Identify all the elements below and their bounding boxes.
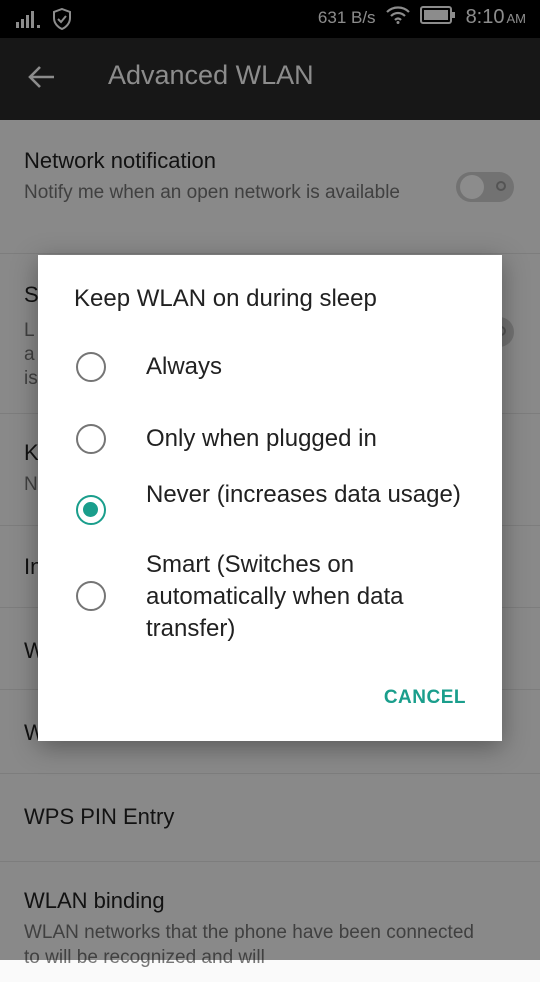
option-smart[interactable]: Smart (Switches on automatically when da… (38, 549, 502, 647)
option-label: Never (increases data usage) (146, 481, 461, 508)
option-label: Always (146, 353, 223, 380)
keep-wlan-dialog: Keep WLAN on during sleep Always Only wh… (38, 255, 502, 741)
radio-button[interactable] (76, 424, 106, 454)
radio-button[interactable] (76, 581, 106, 611)
option-label: Only when plugged in (146, 425, 377, 452)
radio-button-selected[interactable] (76, 495, 106, 525)
option-label: Smart (Switches on automatically when da… (146, 551, 404, 642)
option-never[interactable]: Never (increases data usage) (38, 479, 502, 545)
radio-button[interactable] (76, 352, 106, 382)
cancel-button[interactable]: CANCEL (384, 687, 466, 709)
radio-dot (83, 502, 98, 517)
option-only-when-plugged-in[interactable]: Only when plugged in (38, 419, 502, 459)
dialog-title: Keep WLAN on during sleep (74, 285, 377, 312)
option-always[interactable]: Always (38, 347, 502, 387)
